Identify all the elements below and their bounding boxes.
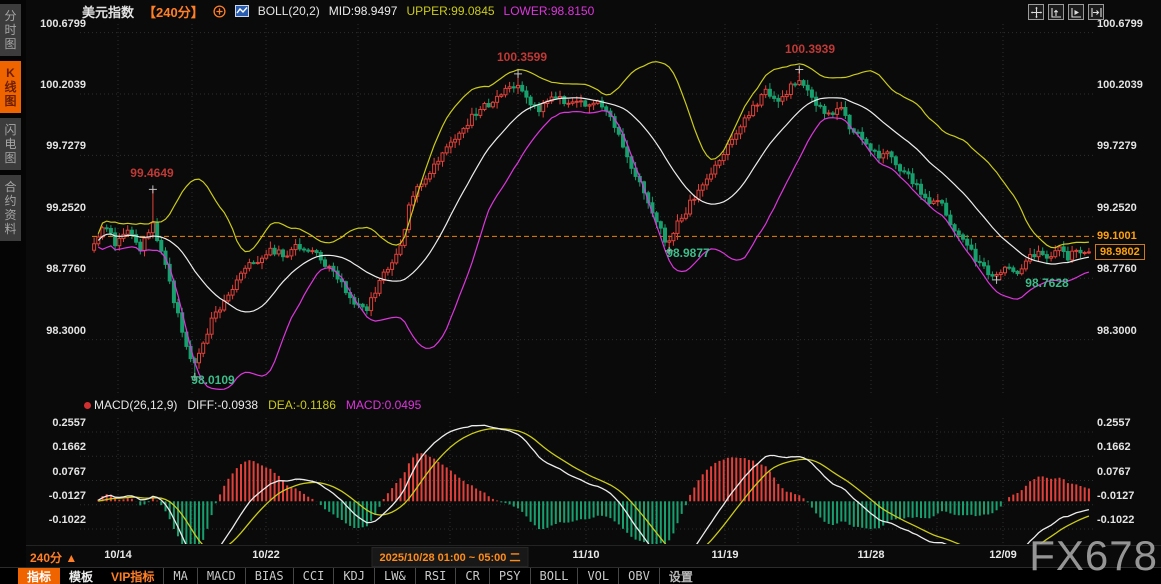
period-selector-label: 240分 (30, 551, 62, 565)
sidebar-tab-contract-info[interactable]: 合约资料 (0, 175, 21, 241)
macd-axis-label: 0.0767 (1097, 466, 1131, 478)
period-dropdown-arrow-icon: ▲ (65, 551, 77, 565)
price-axis-label: 99.2520 (18, 202, 86, 214)
price-axis-label: 98.3000 (18, 325, 86, 337)
chart-tool-buttons (1028, 4, 1104, 20)
bottom-toolbar: 指标模板VIP指标MAMACDBIASCCIKDJLW&RSICRPSYBOLL… (0, 567, 1161, 584)
toolbar-item-VIP指标[interactable]: VIP指标 (102, 568, 163, 584)
scale-axis-icon[interactable] (1048, 4, 1064, 20)
toolbar-item-KDJ[interactable]: KDJ (333, 568, 374, 584)
sidebar-tab-time-share[interactable]: 分时图 (0, 4, 21, 56)
chart-app-window: 分时图 K线图闪电图合约资料 美元指数 【240分】 BOLL(20,2) MID… (0, 0, 1161, 584)
x-axis-date-label: 11/10 (573, 549, 600, 561)
price-axis-label: 98.7760 (1097, 263, 1137, 275)
macd-dea-value: DEA:-0.1186 (268, 398, 336, 412)
crosshair-date-readout: 2025/10/28 01:00 ~ 05:00 二 (372, 547, 529, 567)
macd-axis-label: -0.1022 (18, 514, 86, 526)
toolbar-item-模板[interactable]: 模板 (60, 568, 102, 584)
chart-style-icon[interactable] (235, 5, 249, 17)
toolbar-item-MACD[interactable]: MACD (197, 568, 245, 584)
macd-formula: MACD(26,12,9) (94, 398, 177, 412)
sidebar-tab-kline[interactable]: K线图 (0, 61, 21, 113)
price-annotation: 98.0109 (191, 373, 234, 387)
macd-axis-label: 0.1662 (18, 441, 86, 453)
toolbar-item-VOL[interactable]: VOL (577, 568, 618, 584)
toolbar-item-OBV[interactable]: OBV (618, 568, 659, 584)
price-axis-label: 99.7279 (18, 140, 86, 152)
sidebar-tab-flash[interactable]: 闪电图 (0, 118, 21, 170)
price-annotation: 99.4649 (130, 166, 173, 180)
ref-price-label: 99.1001 (1097, 230, 1137, 242)
price-axis-label: 100.6799 (18, 18, 86, 30)
price-annotation: 98.7628 (1025, 276, 1068, 290)
toolbar-item-LW&[interactable]: LW& (374, 568, 415, 584)
pan-play-icon[interactable] (1068, 4, 1084, 20)
toolbar-item-BIAS[interactable]: BIAS (245, 568, 293, 584)
toolbar-item-MA[interactable]: MA (163, 568, 196, 584)
x-axis-date-label: 10/22 (252, 549, 280, 561)
macd-diff-value: DIFF:-0.0938 (187, 398, 258, 412)
toolbar-item-RSI[interactable]: RSI (415, 568, 456, 584)
last-price-tag: 98.9802 (1095, 244, 1145, 260)
macd-hist-value: MACD:0.0495 (346, 398, 421, 412)
boll-mid-value: MID:98.9497 (329, 4, 398, 18)
period-selector[interactable]: 240分 ▲ (30, 549, 77, 566)
toolbar-item-设置[interactable]: 设置 (659, 568, 702, 584)
x-axis-date-label: 10/14 (104, 549, 132, 561)
boll-upper-value: UPPER:99.0845 (406, 4, 494, 18)
price-axis-label: 99.2520 (1097, 202, 1137, 214)
jump-latest-icon[interactable] (1088, 4, 1104, 20)
chart-canvas[interactable] (0, 0, 1161, 584)
toolbar-item-PSY[interactable]: PSY (489, 568, 530, 584)
toolbar-item-CR[interactable]: CR (455, 568, 488, 584)
macd-header: MACD(26,12,9) DIFF:-0.0938 DEA:-0.1186 M… (94, 398, 421, 412)
toolbar-item-指标[interactable]: 指标 (18, 568, 60, 584)
left-tab-bar: 分时图 K线图闪电图合约资料 (0, 0, 26, 584)
x-axis-date-label: 12/09 (989, 549, 1017, 561)
watermark: FX678 (1029, 532, 1158, 580)
chart-header: 美元指数 【240分】 BOLL(20,2) MID:98.9497 UPPER… (82, 3, 594, 19)
x-axis-date-label: 11/28 (858, 549, 885, 561)
macd-axis-label: 0.0767 (18, 466, 86, 478)
macd-axis-label: -0.0127 (1097, 490, 1134, 502)
macd-axis-label: 0.2557 (1097, 417, 1131, 429)
x-axis-date-label: 11/19 (712, 549, 739, 561)
circle-plus-icon[interactable] (213, 5, 226, 18)
price-axis-label: 100.2039 (18, 79, 86, 91)
move-tool-icon[interactable] (1028, 4, 1044, 20)
toolbar-item-CCI[interactable]: CCI (293, 568, 334, 584)
boll-formula: BOLL(20,2) (258, 4, 320, 18)
boll-lower-value: LOWER:98.8150 (504, 4, 595, 18)
macd-axis-label: -0.1022 (1097, 514, 1134, 526)
macd-axis-label: -0.0127 (18, 490, 86, 502)
macd-axis-label: 0.2557 (18, 417, 86, 429)
x-axis-row: 240分 ▲ 10/14 10/22 2025/10/28 01:00 ~ 05:0… (0, 546, 1161, 566)
price-axis-label: 99.7279 (1097, 140, 1137, 152)
symbol-name: 美元指数 (82, 2, 134, 21)
toolbar-item-BOLL[interactable]: BOLL (530, 568, 578, 584)
period-label: 【240分】 (143, 2, 204, 21)
price-axis-label: 100.2039 (1097, 79, 1143, 91)
macd-collapse-icon[interactable] (84, 402, 91, 409)
price-annotation: 98.9877 (666, 246, 709, 260)
price-axis-label: 98.3000 (1097, 325, 1137, 337)
price-annotation: 100.3939 (785, 42, 835, 56)
price-annotation: 100.3599 (497, 50, 547, 64)
price-axis-label: 98.7760 (18, 263, 86, 275)
macd-axis-label: 0.1662 (1097, 441, 1131, 453)
